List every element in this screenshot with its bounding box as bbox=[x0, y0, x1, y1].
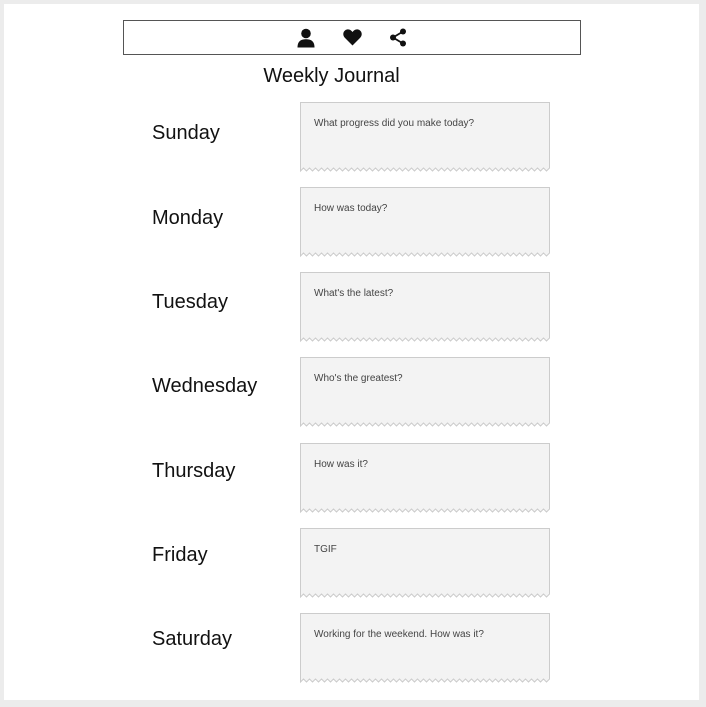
day-label-saturday: Saturday bbox=[152, 628, 233, 650]
user-icon[interactable] bbox=[295, 27, 317, 49]
day-label-thursday: Thursday bbox=[152, 460, 236, 482]
day-label-monday: Monday bbox=[152, 207, 224, 229]
journal-entry-sunday[interactable]: What progress did you make today? bbox=[300, 102, 550, 173]
entry-prompt: Working for the weekend. How was it? bbox=[314, 629, 484, 640]
note-paper bbox=[300, 443, 550, 514]
journal-entry-monday[interactable]: How was today? bbox=[300, 187, 550, 258]
note-paper bbox=[300, 528, 550, 599]
note-paper bbox=[300, 102, 550, 173]
journal-entry-thursday[interactable]: How was it? bbox=[300, 443, 550, 514]
entry-prompt: TGIF bbox=[314, 544, 337, 555]
journal-page: Weekly Journal Sunday What progress did … bbox=[4, 4, 699, 700]
note-paper bbox=[300, 187, 550, 258]
journal-entry-tuesday[interactable]: What's the latest? bbox=[300, 272, 550, 343]
page-title: Weekly Journal bbox=[263, 65, 400, 87]
entry-prompt: What's the latest? bbox=[314, 288, 394, 299]
entry-prompt: How was today? bbox=[314, 203, 388, 214]
day-label-wednesday: Wednesday bbox=[152, 375, 258, 397]
note-paper bbox=[300, 357, 550, 428]
toolbar bbox=[123, 20, 581, 55]
day-label-tuesday: Tuesday bbox=[152, 291, 228, 313]
note-paper bbox=[300, 613, 550, 684]
entry-prompt: What progress did you make today? bbox=[314, 118, 475, 129]
journal-entry-friday[interactable]: TGIF bbox=[300, 528, 550, 599]
journal-entry-saturday[interactable]: Working for the weekend. How was it? bbox=[300, 613, 550, 684]
day-label-friday: Friday bbox=[152, 544, 208, 566]
note-paper bbox=[300, 272, 550, 343]
entry-prompt: How was it? bbox=[314, 459, 368, 470]
share-icon[interactable] bbox=[387, 27, 409, 49]
entry-prompt: Who's the greatest? bbox=[314, 373, 403, 384]
journal-entry-wednesday[interactable]: Who's the greatest? bbox=[300, 357, 550, 428]
heart-icon[interactable] bbox=[341, 27, 363, 49]
day-label-sunday: Sunday bbox=[152, 122, 220, 144]
